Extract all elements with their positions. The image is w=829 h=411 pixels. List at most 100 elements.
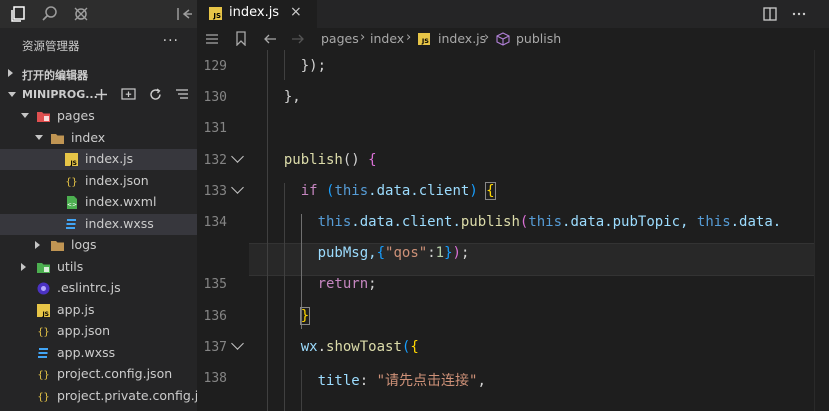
folder-pages-icon [36, 109, 51, 124]
bookmark-icon[interactable] [235, 31, 247, 46]
more-icon[interactable] [791, 6, 807, 22]
debug-icon[interactable] [72, 5, 90, 23]
explorer-title: 资源管理器 [22, 39, 80, 53]
wxml-file-icon: <> [64, 195, 79, 210]
fold-chevron-icon[interactable] [231, 181, 244, 194]
explorer-header: 资源管理器 ··· [0, 33, 197, 57]
editor-scrollbar[interactable] [814, 50, 829, 411]
js-file-icon: JS [64, 152, 79, 167]
code-editor[interactable]: 129 }); 130 }, 131 132 publish() {133 if (t… [197, 50, 829, 411]
js-file-icon: JS [36, 303, 51, 318]
code-token: pubMsg, [317, 245, 377, 262]
tree-item[interactable]: index.wxss [0, 213, 197, 235]
code-token: .data.client [368, 182, 470, 199]
breadcrumb-item-symbol[interactable]: publish [516, 31, 561, 46]
code-token: 1 [435, 245, 445, 262]
json-file-icon: {} [36, 389, 51, 404]
tree-item[interactable]: pages [0, 106, 197, 127]
js-file-icon: JS [418, 33, 430, 45]
tree-item[interactable]: logs [0, 235, 197, 256]
code-token: publish [460, 214, 520, 230]
code-token: ) [469, 182, 487, 199]
tab-index-js[interactable]: JS index.js × [197, 0, 317, 28]
new-folder-icon[interactable] [121, 87, 136, 101]
collapse-panel-icon[interactable] [175, 5, 193, 23]
open-editors-label: 打开的编辑器 [22, 69, 88, 82]
code-token: { [368, 151, 377, 168]
tree-item[interactable]: <> index.wxml [0, 192, 197, 213]
chevron-right-icon [8, 69, 13, 77]
breadcrumb-item-pages[interactable]: pages [321, 31, 359, 46]
tree-item[interactable]: {} project.config.json [0, 364, 197, 385]
tree-item-label: project.private.config.js... [57, 387, 217, 403]
files-icon[interactable] [9, 5, 27, 23]
open-editors-section[interactable]: 打开的编辑器 [0, 63, 197, 85]
tree-item[interactable]: JS app.js [0, 300, 197, 321]
code-token: () [342, 151, 369, 168]
line-number: 135 [203, 277, 227, 293]
tree-item-label: utils [57, 258, 84, 274]
code-token: } [299, 306, 311, 325]
tree-item[interactable]: utils [0, 257, 197, 278]
eslint-file-icon [36, 281, 51, 296]
code-token: if [300, 182, 318, 199]
breadcrumb-item-file[interactable]: index.js [438, 31, 486, 46]
line-number: 130 [203, 90, 227, 106]
tree-item-label: logs [71, 237, 97, 252]
code-line: publish() { [267, 152, 377, 168]
refresh-icon[interactable] [148, 87, 163, 102]
chevron-down-icon [8, 92, 16, 97]
code-line: if (this.data.client) { [267, 181, 496, 200]
tree-item[interactable]: {} app.json [0, 321, 197, 342]
more-actions-icon[interactable]: ··· [163, 33, 179, 49]
code-token: wx [300, 338, 318, 355]
method-cube-icon [496, 32, 510, 46]
code-token: ; [368, 276, 377, 293]
search-icon[interactable] [41, 5, 59, 23]
json-file-icon: {} [36, 324, 51, 339]
tree-item-label: project.config.json [57, 366, 173, 381]
collapse-all-icon[interactable] [175, 88, 189, 101]
tree-item-label: app.json [57, 323, 111, 338]
back-arrow-icon[interactable] [263, 32, 277, 46]
fold-chevron-icon[interactable] [231, 337, 244, 350]
code-token: this [317, 214, 352, 230]
breadcrumb-item-index[interactable]: index [370, 31, 404, 46]
new-file-icon[interactable] [95, 88, 108, 101]
code-line: }); [267, 58, 326, 74]
fold-chevron-icon[interactable] [231, 150, 244, 163]
tree-item[interactable]: {} project.private.config.js... [0, 386, 216, 407]
code-token: }); [300, 58, 327, 74]
code-token: : [427, 245, 436, 262]
svg-text:JS: JS [69, 160, 77, 167]
code-token: this [528, 214, 563, 230]
tree-item-label: pages [57, 108, 95, 123]
folder-icon [50, 131, 65, 146]
code-token: .data.pubTopic, [562, 214, 697, 230]
svg-text:{}: {} [37, 370, 49, 381]
tree-item[interactable]: JS index.js [0, 149, 197, 170]
close-icon[interactable]: × [290, 4, 302, 20]
list-icon[interactable] [205, 32, 219, 46]
breadcrumb: pages › index › JS index.js › publish [197, 28, 829, 50]
chevron-down-icon [21, 113, 29, 118]
code-line: this.data.client.publish(this.data.pubTo… [267, 214, 782, 230]
tree-item[interactable]: index [0, 128, 197, 149]
tree-item[interactable]: {} index.json [0, 171, 197, 192]
tree-item-label: app.js [57, 301, 95, 317]
forward-arrow-icon[interactable] [291, 32, 305, 46]
code-token: , [477, 373, 486, 389]
split-editor-icon[interactable] [762, 6, 778, 22]
tree-item[interactable]: .eslintrc.js [0, 278, 197, 299]
chevron-right-icon [21, 262, 26, 271]
tree-item[interactable]: app.wxss [0, 343, 197, 364]
tree-item-label: app.wxss [57, 344, 116, 360]
tab-bar: JS index.js × [197, 0, 829, 28]
project-section[interactable]: MINIPROG... [0, 84, 197, 106]
code-line: title: "请先点击连接", [267, 370, 486, 390]
